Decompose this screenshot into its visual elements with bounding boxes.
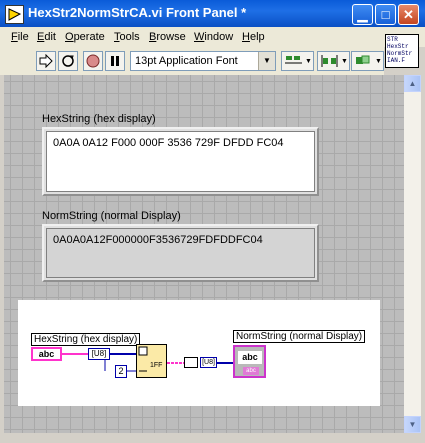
align-objects-icon bbox=[285, 56, 302, 64]
font-selector[interactable]: 13pt Application Font ▼ bbox=[130, 51, 276, 71]
menu-help[interactable]: Help bbox=[242, 31, 265, 43]
string-to-u8-array-node[interactable]: [U8] bbox=[88, 348, 110, 360]
chevron-down-icon: ▼ bbox=[375, 57, 382, 65]
u8-to-string-node[interactable]: [U8] bbox=[200, 357, 217, 368]
vi-icon-text: NormStr bbox=[387, 50, 413, 57]
scroll-up-button[interactable]: ▲ bbox=[404, 75, 421, 92]
hex-string-control[interactable]: 0A0A 0A12 F000 000F 3536 729F DFDD FC04 bbox=[46, 131, 315, 192]
window-title: HexStr2NormStrCA.vi Front Panel * bbox=[28, 5, 247, 20]
run-button[interactable] bbox=[36, 51, 56, 71]
menu-tools[interactable]: Tools bbox=[114, 31, 140, 43]
array-to-string-icon[interactable] bbox=[184, 357, 198, 368]
chevron-down-icon: ▼ bbox=[408, 420, 417, 429]
norm-terminal-badge: abc bbox=[243, 367, 259, 375]
chevron-down-icon: ▼ bbox=[305, 57, 312, 65]
hex-terminal-label: HexString (hex display) bbox=[31, 333, 141, 346]
close-icon: ✕ bbox=[403, 6, 414, 22]
vi-icon-text: HexStr bbox=[387, 43, 409, 50]
minimize-button[interactable]: ▁ bbox=[352, 4, 373, 25]
run-continuously-button[interactable] bbox=[58, 51, 78, 71]
chevron-down-icon: ▼ bbox=[258, 52, 275, 70]
vi-icon-text: STR bbox=[387, 36, 398, 43]
font-selector-value: 13pt Application Font bbox=[135, 55, 238, 67]
menu-file[interactable]: File bbox=[11, 31, 29, 43]
align-objects-button[interactable]: ▼ bbox=[281, 51, 314, 71]
menu-window[interactable]: Window bbox=[194, 31, 233, 43]
maximize-icon: □ bbox=[381, 7, 390, 22]
norm-string-terminal[interactable]: abc abc bbox=[233, 345, 266, 378]
distribute-objects-button[interactable]: ▼ bbox=[317, 51, 350, 71]
scroll-track[interactable] bbox=[404, 92, 421, 416]
norm-indicator-label: NormString (normal Display) bbox=[42, 210, 181, 222]
block-diagram-wires bbox=[62, 353, 233, 372]
run-continuously-icon bbox=[62, 55, 74, 67]
chevron-down-icon: ▼ bbox=[341, 57, 348, 65]
hex-string-terminal[interactable]: abc bbox=[31, 347, 62, 361]
reorder-objects-button[interactable]: ▼ bbox=[351, 51, 384, 71]
bottom-bar bbox=[0, 433, 425, 443]
vi-icon-text: IAN.F bbox=[387, 57, 406, 64]
norm-terminal-text: abc bbox=[238, 351, 262, 364]
reorder-objects-icon bbox=[356, 55, 370, 64]
menu-bar: File Edit Operate Tools Browse Window He… bbox=[0, 27, 425, 47]
for-loop-icon: 1FF bbox=[138, 346, 162, 372]
hex-control-label: HexString (hex display) bbox=[42, 113, 156, 125]
pause-button[interactable] bbox=[105, 51, 125, 71]
pause-icon bbox=[111, 56, 119, 66]
vi-icon[interactable]: STR HexStr NormStr IAN.F bbox=[385, 34, 419, 68]
abort-stop-icon bbox=[86, 54, 100, 68]
minimize-icon: ▁ bbox=[357, 6, 368, 22]
chevron-up-icon: ▲ bbox=[408, 79, 417, 88]
labview-app-icon[interactable] bbox=[5, 5, 24, 24]
menu-browse[interactable]: Browse bbox=[149, 31, 186, 43]
menu-operate[interactable]: Operate bbox=[65, 31, 105, 43]
menu-edit[interactable]: Edit bbox=[37, 31, 56, 43]
scroll-down-button[interactable]: ▼ bbox=[404, 416, 421, 433]
svg-text:1FF: 1FF bbox=[150, 362, 162, 369]
norm-string-indicator: 0A0A0A12F000000F3536729FDFDDFC04 bbox=[46, 228, 315, 278]
block-diagram-image: HexString (hex display) abc [U8] 2 1FF [… bbox=[18, 300, 380, 406]
vertical-scrollbar[interactable]: ▲ ▼ bbox=[404, 75, 421, 433]
abort-button[interactable] bbox=[83, 51, 103, 71]
run-arrow-icon bbox=[39, 54, 53, 68]
toolbar: 13pt Application Font ▼ ▼ ▼ ▼ bbox=[0, 47, 384, 76]
distribute-objects-icon bbox=[321, 55, 338, 67]
close-button[interactable]: ✕ bbox=[398, 4, 419, 25]
maximize-button[interactable]: □ bbox=[375, 4, 396, 25]
norm-terminal-label: NormString (normal Display) bbox=[233, 330, 366, 343]
constant-two[interactable]: 2 bbox=[115, 365, 127, 378]
for-loop-node[interactable]: 1FF bbox=[136, 344, 167, 378]
